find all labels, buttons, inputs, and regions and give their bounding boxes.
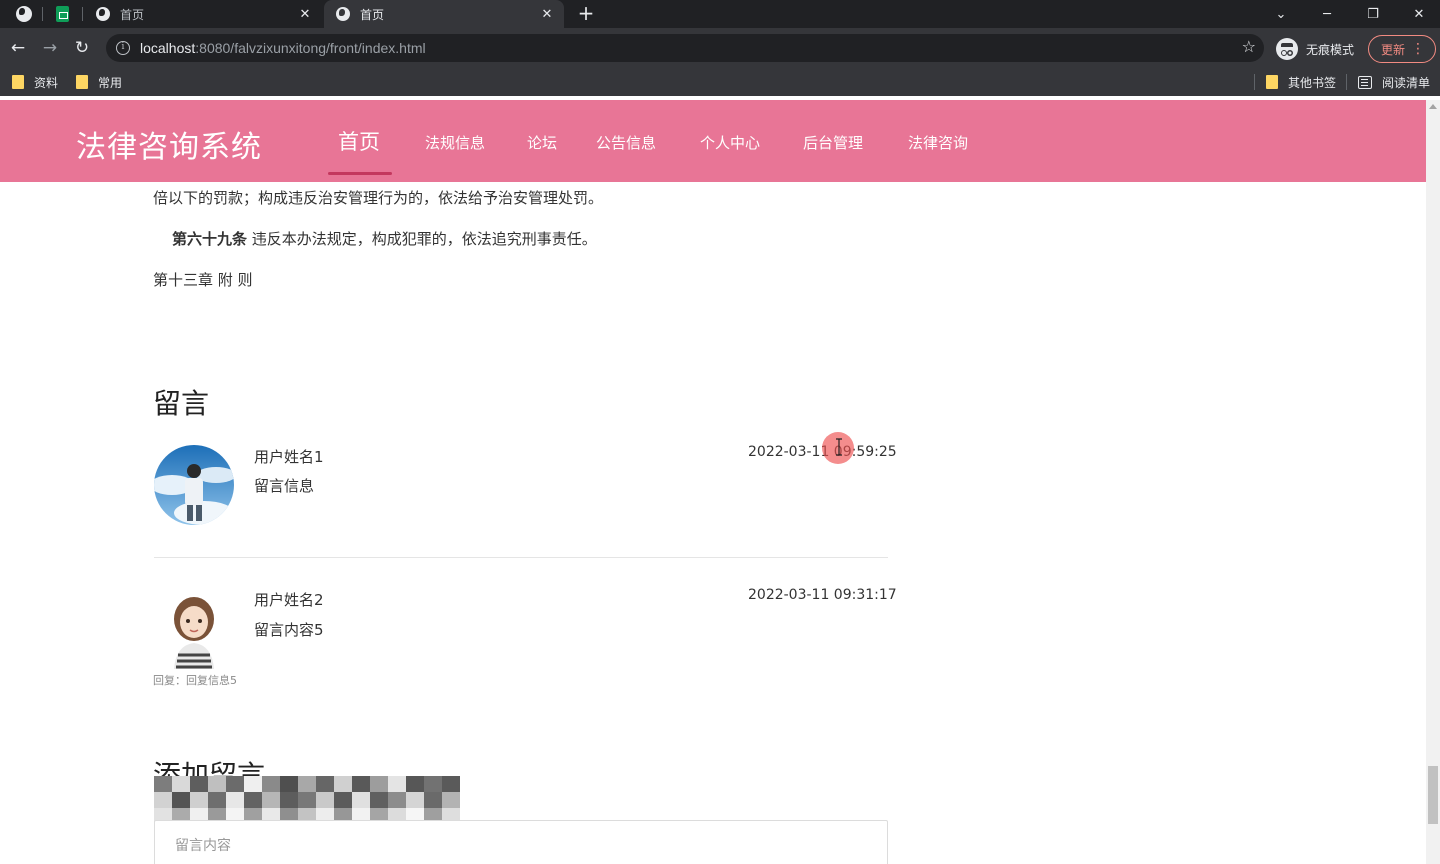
pixelated-region [154, 776, 460, 822]
minimize-button[interactable]: ─ [1304, 0, 1350, 28]
update-label: 更新 [1381, 42, 1406, 57]
text-cursor-icon [834, 438, 844, 456]
comment-text: 留言信息 [254, 477, 315, 495]
article-text: 违反本办法规定，构成犯罪的，依法追究刑事责任。 [247, 230, 597, 248]
nav-announcements[interactable]: 公告信息 [596, 132, 656, 153]
incognito-label: 无痕模式 [1306, 42, 1355, 57]
restore-button[interactable]: ❐ [1350, 0, 1396, 28]
browser-toolbar: ← → ↻ i localhost:8080/falvzixunxitong/f… [0, 28, 1440, 68]
bookmark-star-icon[interactable]: ☆ [1242, 37, 1256, 56]
nav-admin[interactable]: 后台管理 [803, 132, 863, 153]
bookmark-folder-ziliao[interactable]: 资料 [12, 73, 58, 91]
url-text: localhost:8080/falvzixunxitong/front/ind… [140, 40, 426, 56]
globe-icon [16, 6, 32, 22]
article-line: 倍以下的罚款；构成违反治安管理行为的，依法给予治安管理处罚。 [153, 189, 604, 207]
pinned-tab-1[interactable] [6, 0, 42, 28]
avatar [154, 445, 234, 525]
comment-username: 用户姓名2 [254, 591, 324, 609]
comment-divider [154, 557, 888, 558]
folder-icon [12, 75, 24, 89]
nav-personal-center[interactable]: 个人中心 [700, 132, 760, 153]
browser-tab-2[interactable]: 首页 ✕ [324, 0, 564, 28]
active-nav-indicator [328, 172, 392, 175]
tab-title: 首页 [360, 7, 385, 22]
close-icon[interactable]: ✕ [294, 7, 316, 22]
bookmark-folder-changyong[interactable]: 常用 [76, 73, 122, 91]
comments-title: 留言 [153, 387, 210, 420]
comment-placeholder: 留言内容 [175, 838, 231, 854]
spreadsheet-icon [55, 6, 69, 22]
chapter-heading: 第十三章 附 则 [153, 271, 253, 289]
bookmark-separator [1254, 74, 1255, 90]
browser-tab-1[interactable]: 首页 ✕ [84, 0, 322, 28]
nav-regulations[interactable]: 法规信息 [425, 132, 485, 153]
globe-icon [336, 7, 350, 21]
scroll-up-arrow-icon[interactable] [1429, 104, 1437, 109]
article-69: 第六十九条 违反本办法规定，构成犯罪的，依法追究刑事责任。 [172, 228, 597, 249]
tab-separator [82, 7, 83, 21]
globe-icon [96, 7, 110, 21]
tab-separator [42, 7, 43, 21]
more-vert-icon: ⋮ [1411, 41, 1425, 57]
scrollbar-thumb[interactable] [1428, 766, 1438, 824]
avatar [154, 589, 234, 669]
incognito-indicator[interactable]: 无痕模式 [1276, 38, 1354, 60]
reading-list[interactable]: 阅读清单 [1358, 73, 1430, 91]
tab-search-button[interactable]: ⌄ [1258, 0, 1304, 28]
new-tab-button[interactable]: + [574, 2, 598, 26]
page-content: 倍以下的罚款；构成违反治安管理行为的，依法给予治安管理处罚。 第六十九条 违反本… [0, 182, 1426, 864]
article-number: 第六十九条 [172, 230, 248, 248]
pinned-tab-2[interactable] [44, 0, 80, 28]
forward-arrow-icon[interactable]: → [38, 36, 62, 60]
bookmark-separator [1346, 74, 1347, 90]
site-brand[interactable]: 法律咨询系统 [76, 122, 262, 166]
comment-reply: 回复：回复信息5 [153, 674, 237, 687]
page-scrollbar[interactable] [1426, 100, 1440, 864]
comment-textarea[interactable]: 留言内容 [154, 820, 888, 864]
site-header: 法律咨询系统 首页 法规信息 论坛 公告信息 个人中心 后台管理 法律咨询 [0, 100, 1426, 182]
update-button[interactable]: 更新 ⋮ [1368, 35, 1436, 63]
nav-legal-consult[interactable]: 法律咨询 [908, 132, 968, 153]
address-bar[interactable]: i localhost:8080/falvzixunxitong/front/i… [106, 34, 1264, 62]
back-arrow-icon[interactable]: ← [6, 36, 30, 60]
nav-forum[interactable]: 论坛 [527, 132, 557, 153]
comment-text: 留言内容5 [254, 621, 324, 639]
incognito-icon [1276, 38, 1298, 60]
comment-time: 2022-03-11 09:31:17 [748, 587, 897, 603]
close-icon[interactable]: ✕ [536, 7, 558, 22]
window-close-button[interactable]: ✕ [1396, 0, 1440, 28]
reload-icon[interactable]: ↻ [70, 36, 94, 60]
reading-list-icon [1358, 75, 1372, 89]
nav-home[interactable]: 首页 [338, 126, 380, 156]
folder-icon [76, 75, 88, 89]
tab-title: 首页 [120, 7, 145, 22]
comment-username: 用户姓名1 [254, 448, 324, 466]
browser-tab-strip: 首页 ✕ 首页 ✕ + ⌄ ─ ❐ ✕ [0, 0, 1440, 28]
bookmarks-bar: 资料 常用 其他书签 阅读清单 [0, 68, 1440, 96]
site-info-icon[interactable]: i [116, 41, 130, 55]
bookmark-folder-other[interactable]: 其他书签 [1266, 73, 1336, 91]
folder-icon [1266, 75, 1278, 89]
